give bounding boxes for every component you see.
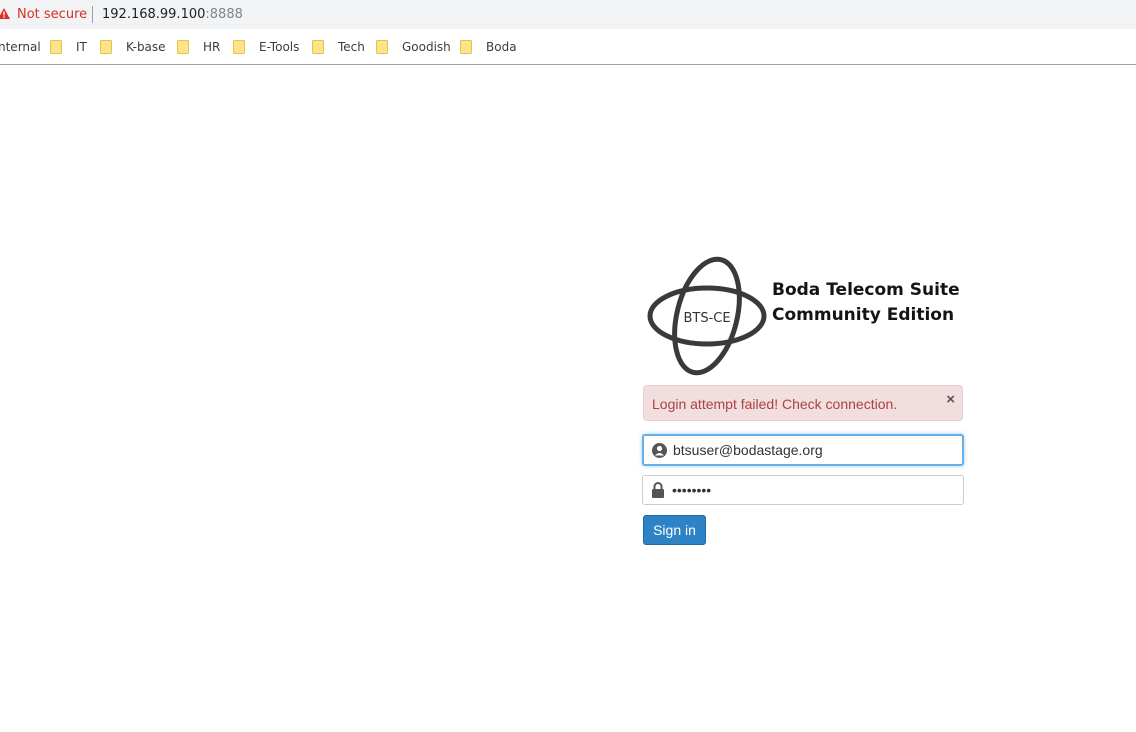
- security-status[interactable]: Not secure: [17, 7, 87, 22]
- bookmark-label: E-Tools: [259, 40, 300, 54]
- bookmark-e-tools[interactable]: E-Tools: [233, 39, 299, 55]
- bookmarks-bar: nternal IT K-base HR E-Tools Tech Goodis…: [0, 29, 1136, 65]
- folder-icon: [376, 40, 388, 54]
- brand-title-line-1: Boda Telecom Suite: [772, 280, 960, 300]
- bookmark-boda[interactable]: Boda: [460, 39, 517, 55]
- folder-icon: [100, 40, 112, 54]
- bookmark-internal[interactable]: nternal: [0, 39, 41, 55]
- login-error-alert: Login attempt failed! Check connection. …: [643, 385, 963, 421]
- close-icon[interactable]: ×: [946, 392, 955, 408]
- bts-ce-logo: BTS-CE: [647, 256, 767, 376]
- folder-icon: [460, 40, 472, 54]
- logo-text: BTS-CE: [683, 311, 730, 326]
- password-input[interactable]: [672, 476, 957, 504]
- bookmark-label: Goodish: [402, 40, 451, 54]
- bookmark-label: HR: [203, 40, 221, 54]
- bookmark-goodish[interactable]: Goodish: [376, 39, 451, 55]
- lock-icon: [652, 482, 664, 498]
- bookmark-label: Boda: [486, 40, 517, 54]
- email-input[interactable]: [673, 436, 958, 464]
- folder-icon: [233, 40, 245, 54]
- bookmark-tech[interactable]: Tech: [312, 39, 365, 55]
- url-text[interactable]: 192.168.99.100:8888: [102, 7, 243, 22]
- bookmark-label: Tech: [338, 40, 365, 54]
- alert-message: Login attempt failed! Check connection.: [652, 396, 898, 412]
- sign-in-button[interactable]: Sign in: [643, 515, 706, 545]
- bookmark-label: K-base: [126, 40, 166, 54]
- folder-icon: [312, 40, 324, 54]
- bookmark-label: IT: [76, 40, 87, 54]
- address-divider: [92, 6, 93, 23]
- bookmark-label: nternal: [0, 40, 41, 54]
- bookmark-hr[interactable]: HR: [177, 39, 220, 55]
- folder-icon: [177, 40, 189, 54]
- url-port: :8888: [205, 7, 243, 22]
- address-bar[interactable]: Not secure 192.168.99.100:8888: [0, 0, 1136, 29]
- brand-title-line-2: Community Edition: [772, 305, 955, 325]
- user-icon: [652, 443, 667, 458]
- url-host: 192.168.99.100: [102, 7, 206, 22]
- email-field[interactable]: [642, 434, 964, 466]
- warning-triangle-icon: [0, 8, 10, 19]
- bookmark-k-base[interactable]: K-base: [100, 39, 166, 55]
- folder-icon: [50, 40, 62, 54]
- password-field[interactable]: [642, 475, 964, 505]
- bookmark-it[interactable]: IT: [50, 39, 87, 55]
